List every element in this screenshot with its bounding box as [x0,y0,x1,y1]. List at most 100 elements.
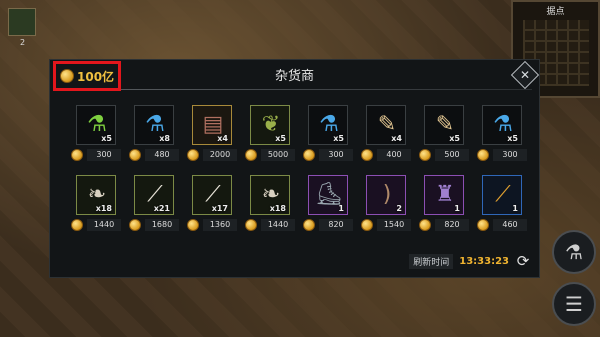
item-slot[interactable]: ❧ x18 [76,175,116,215]
item-price: 820 [419,219,469,231]
item-quantity: x8 [159,134,170,143]
gold-coin-icon [419,219,431,231]
shop-item[interactable]: ⟋ x17 1360 [187,175,245,235]
item-slot[interactable]: ⟋ x17 [192,175,232,215]
shop-item[interactable]: ✎ x5 500 [419,105,477,165]
item-slot[interactable]: ) 2 [366,175,406,215]
gold-coin-icon [303,219,315,231]
item-price: 5000 [245,149,295,161]
item-quantity: x5 [507,134,518,143]
shop-item[interactable]: ⚗ x8 480 [129,105,187,165]
gold-highlight-box [53,61,121,91]
flask-icon: ⚗ [565,240,583,264]
item-slot[interactable]: ⚗ x5 [308,105,348,145]
item-price-value: 1440 [261,219,295,231]
item-quantity: x17 [211,204,228,213]
gold-coin-icon [71,149,83,161]
refresh-label: 刷新时间 [409,253,454,269]
shop-item[interactable]: ✎ x4 400 [361,105,419,165]
item-price-value: 1440 [87,219,121,231]
refresh-bar: 刷新时间 13:33:23 ⟳ [409,253,531,269]
gold-coin-icon [303,149,315,161]
item-price-value: 400 [377,149,411,161]
item-slot[interactable]: ⚗ x5 [482,105,522,145]
item-quantity: x18 [269,204,286,213]
shop-item[interactable]: ▤ x4 2000 [187,105,245,165]
shop-item[interactable]: ❧ x18 1440 [71,175,129,235]
item-quantity: x4 [391,134,402,143]
gold-coin-icon [245,219,257,231]
item-slot[interactable]: ▤ x4 [192,105,232,145]
item-price: 2000 [187,149,237,161]
inventory-slot-count: 2 [20,38,26,47]
shop-item[interactable]: ⚗ x5 300 [71,105,129,165]
item-price-value: 460 [493,219,527,231]
item-quantity: x5 [449,134,460,143]
potion-quick-button[interactable]: ⚗ [552,230,596,274]
shop-item[interactable]: ❦ x5 5000 [245,105,303,165]
gold-coin-icon [187,219,199,231]
item-price: 500 [419,149,469,161]
item-quantity: x5 [275,134,286,143]
item-price: 1360 [187,219,237,231]
item-slot[interactable]: ❦ x5 [250,105,290,145]
item-price: 820 [303,219,353,231]
shop-item[interactable]: ⟋ x21 1680 [129,175,187,235]
item-price-value: 1680 [145,219,179,231]
item-slot[interactable]: ✎ x5 [424,105,464,145]
refresh-icon[interactable]: ⟳ [515,253,531,269]
item-slot[interactable]: ✎ x4 [366,105,406,145]
item-price: 480 [129,149,179,161]
item-price: 300 [477,149,527,161]
item-price-value: 1540 [377,219,411,231]
item-slot[interactable]: ⟋ x21 [134,175,174,215]
item-quantity: 1 [338,204,344,213]
item-quantity: x21 [153,204,170,213]
shop-item[interactable]: ❧ x18 1440 [245,175,303,235]
item-quantity: 1 [512,204,518,213]
shop-item[interactable]: ) 2 1540 [361,175,419,235]
item-quantity: x5 [101,134,112,143]
item-slot[interactable]: ⚗ x5 [76,105,116,145]
item-price: 1540 [361,219,411,231]
gold-coin-icon [71,219,83,231]
gold-coin-icon [245,149,257,161]
gold-coin-icon [477,219,489,231]
header-divider [58,89,532,90]
item-price: 1440 [245,219,295,231]
inventory-slot[interactable] [8,8,36,36]
item-slot[interactable]: ⛸ 1 [308,175,348,215]
item-slot[interactable]: ❧ x18 [250,175,290,215]
item-price: 1680 [129,219,179,231]
item-quantity: x4 [217,134,228,143]
shop-panel: 100亿 杂货商 ✕ ⚗ x5 300 ⚗ x8 480 ▤ x4 2000 ❦ x5 5000 ⚗ x5… [49,59,540,278]
close-icon: ✕ [519,68,531,82]
item-price-value: 480 [145,149,179,161]
item-price-value: 5000 [261,149,295,161]
gold-coin-icon [187,149,199,161]
shop-item[interactable]: ⛸ 1 820 [303,175,361,235]
gold-coin-icon [477,149,489,161]
item-price-value: 2000 [203,149,237,161]
item-price-value: 300 [319,149,353,161]
menu-button[interactable]: ☰ [552,282,596,326]
item-price: 400 [361,149,411,161]
item-quantity: 1 [454,204,460,213]
item-price-value: 1360 [203,219,237,231]
shop-item[interactable]: ⚗ x5 300 [303,105,361,165]
gold-coin-icon [361,149,373,161]
item-price-value: 820 [435,219,469,231]
gold-coin-icon [361,219,373,231]
shop-item[interactable]: ⚗ x5 300 [477,105,535,165]
item-quantity: x5 [333,134,344,143]
shop-title: 杂货商 [274,69,314,84]
shop-item[interactable]: ⟋ 1 460 [477,175,535,235]
item-slot[interactable]: ⟋ 1 [482,175,522,215]
item-price-value: 820 [319,219,353,231]
shop-item[interactable]: ♜ 1 820 [419,175,477,235]
item-slot[interactable]: ⚗ x8 [134,105,174,145]
minimap-title: 据点 [546,7,565,17]
item-price: 460 [477,219,527,231]
item-quantity: x18 [95,204,112,213]
item-slot[interactable]: ♜ 1 [424,175,464,215]
